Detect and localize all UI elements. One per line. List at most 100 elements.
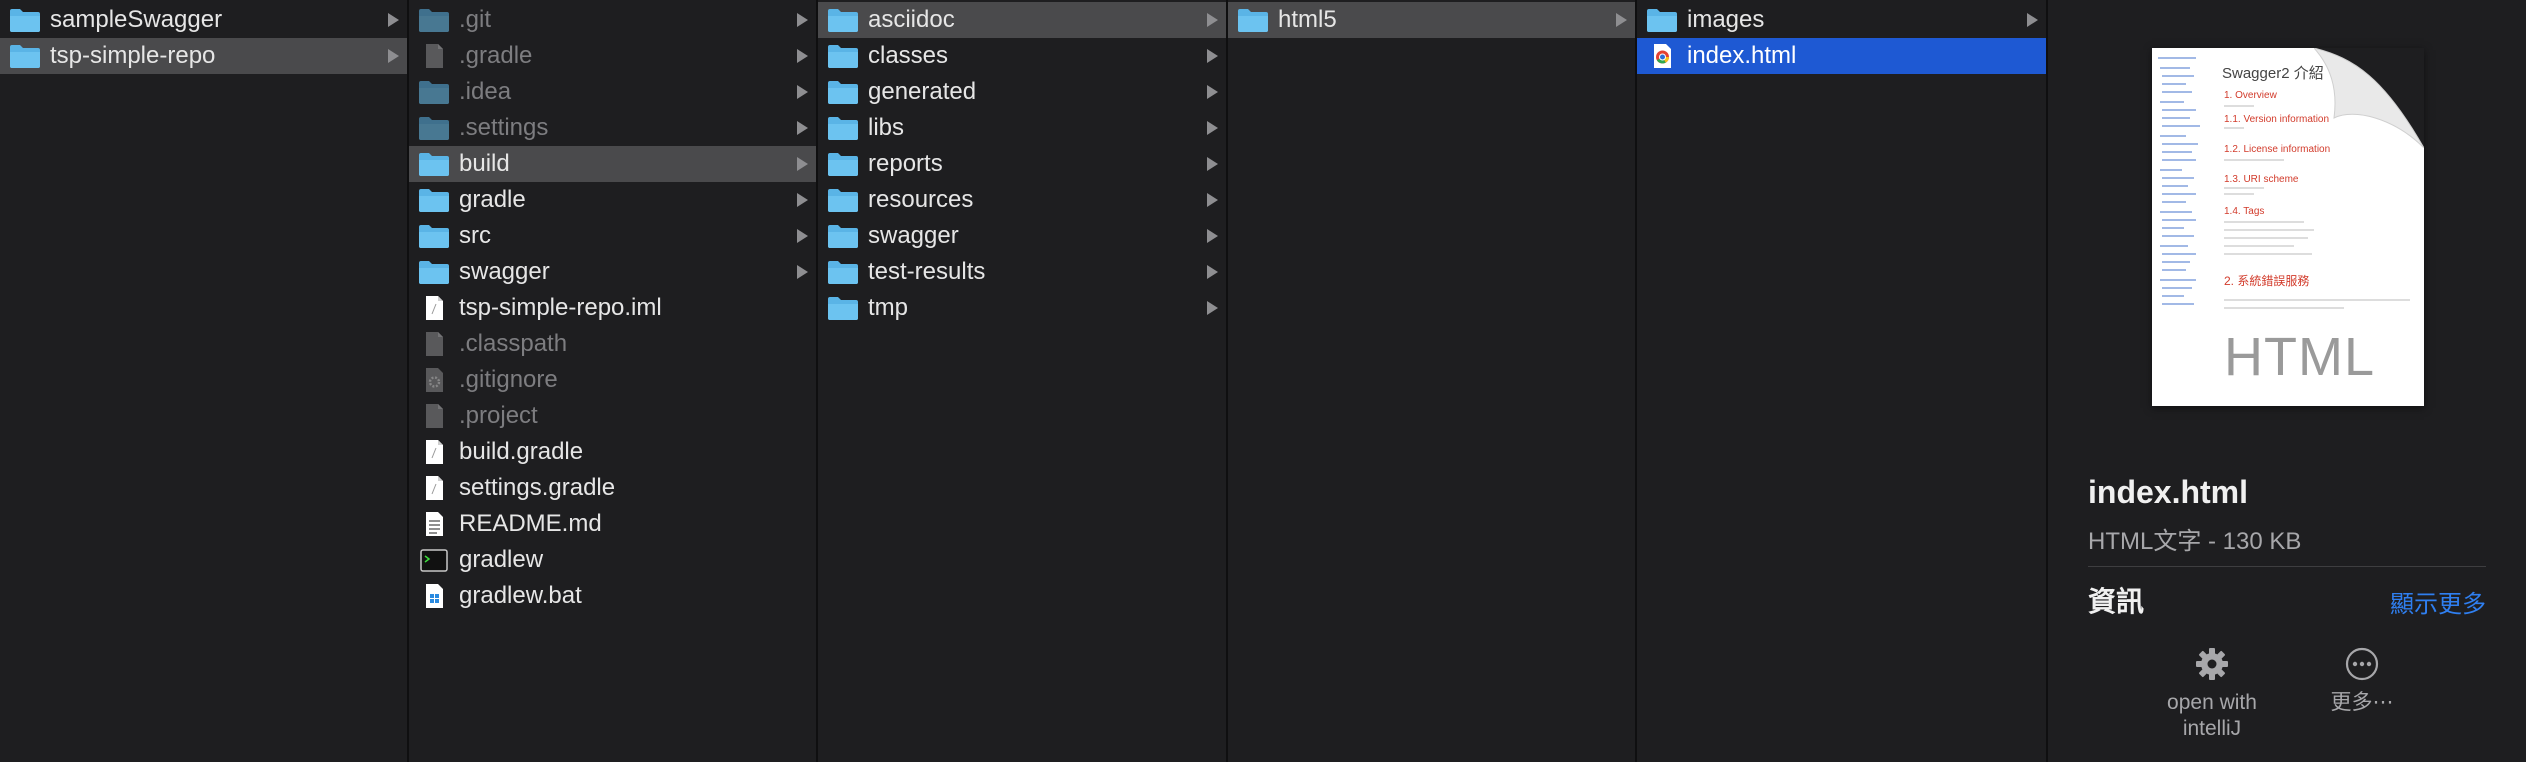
column-5[interactable]: images index.html bbox=[1637, 0, 2048, 762]
item-name: tsp-simple-repo bbox=[50, 42, 216, 69]
action-label: open with intelliJ bbox=[2167, 691, 2257, 740]
chevron-right-icon bbox=[388, 13, 399, 27]
folder-row[interactable]: .git bbox=[409, 2, 816, 38]
windows-file-icon bbox=[418, 583, 450, 609]
folder-row[interactable]: sampleSwagger bbox=[0, 2, 407, 38]
item-name: resources bbox=[868, 186, 974, 213]
folder-icon bbox=[1237, 7, 1269, 33]
item-name: build.gradle bbox=[459, 438, 584, 465]
item-name: .idea bbox=[459, 78, 512, 105]
column-4[interactable]: html5 bbox=[1228, 0, 1637, 762]
item-name: build bbox=[459, 150, 510, 177]
folder-icon bbox=[827, 223, 859, 249]
folder-row[interactable]: build bbox=[409, 146, 816, 182]
folder-icon bbox=[827, 151, 859, 177]
chevron-right-icon bbox=[1616, 13, 1627, 27]
thumbnail-toc bbox=[2158, 57, 2200, 305]
chevron-right-icon bbox=[797, 265, 808, 279]
folder-row[interactable]: .settings bbox=[409, 110, 816, 146]
folder-icon bbox=[827, 187, 859, 213]
folder-icon bbox=[827, 79, 859, 105]
folder-row[interactable]: swagger bbox=[818, 218, 1226, 254]
folder-row[interactable]: asciidoc bbox=[818, 2, 1226, 38]
chevron-right-icon bbox=[1207, 301, 1218, 315]
folder-icon bbox=[418, 187, 450, 213]
folder-row[interactable]: swagger bbox=[409, 254, 816, 290]
file-row[interactable]: settings.gradle bbox=[409, 470, 816, 506]
folder-row[interactable]: libs bbox=[818, 110, 1226, 146]
item-name: swagger bbox=[459, 258, 550, 285]
item-name: settings.gradle bbox=[459, 474, 616, 501]
file-row[interactable]: index.html bbox=[1637, 38, 2046, 74]
chevron-right-icon bbox=[1207, 193, 1218, 207]
thumbnail-file-type: HTML bbox=[2224, 327, 2375, 387]
folder-row[interactable]: reports bbox=[818, 146, 1226, 182]
folder-row[interactable]: gradle bbox=[409, 182, 816, 218]
file-icon bbox=[418, 331, 450, 357]
folder-icon bbox=[418, 151, 450, 177]
folder-icon bbox=[827, 115, 859, 141]
chevron-right-icon bbox=[1207, 265, 1218, 279]
folder-icon bbox=[418, 7, 450, 33]
column-3[interactable]: asciidoc classes generated libs reports resou… bbox=[818, 0, 1228, 762]
folder-row[interactable]: tsp-simple-repo bbox=[0, 38, 407, 74]
item-name: .classpath bbox=[459, 330, 568, 357]
chevron-right-icon bbox=[797, 193, 808, 207]
item-name: tmp bbox=[868, 294, 909, 321]
chevron-right-icon bbox=[797, 229, 808, 243]
folder-row[interactable]: tmp bbox=[818, 290, 1226, 326]
item-name: asciidoc bbox=[868, 6, 955, 33]
folder-row[interactable]: generated bbox=[818, 74, 1226, 110]
folder-icon bbox=[418, 79, 450, 105]
item-name: .git bbox=[459, 6, 492, 33]
file-row[interactable]: README.md bbox=[409, 506, 816, 542]
folder-row[interactable]: .gradle bbox=[409, 38, 816, 74]
item-name: index.html bbox=[1687, 42, 1797, 69]
folder-icon bbox=[9, 43, 41, 69]
file-row[interactable]: tsp-simple-repo.iml bbox=[409, 290, 816, 326]
folder-row[interactable]: classes bbox=[818, 38, 1226, 74]
folder-row[interactable]: html5 bbox=[1228, 2, 1635, 38]
thumbnail-heading: 1. Overview bbox=[2224, 90, 2277, 101]
chevron-right-icon bbox=[1207, 85, 1218, 99]
gear-icon bbox=[2196, 648, 2228, 680]
item-name: test-results bbox=[868, 258, 986, 285]
chevron-right-icon bbox=[797, 85, 808, 99]
folder-row[interactable]: images bbox=[1637, 2, 2046, 38]
action-label: 更多⋯ bbox=[2330, 691, 2394, 714]
folder-row[interactable]: .idea bbox=[409, 74, 816, 110]
item-name: .gitignore bbox=[459, 366, 558, 393]
folder-icon bbox=[827, 295, 859, 321]
file-row[interactable]: .project bbox=[409, 398, 816, 434]
column-1[interactable]: sampleSwagger tsp-simple-repo bbox=[0, 0, 409, 762]
text-document-icon bbox=[418, 511, 450, 537]
item-name: gradle bbox=[459, 186, 526, 213]
folder-icon bbox=[418, 115, 450, 141]
chevron-right-icon bbox=[1207, 229, 1218, 243]
folder-row[interactable]: src bbox=[409, 218, 816, 254]
item-name: src bbox=[459, 222, 491, 249]
show-more-link[interactable]: 顯示更多 bbox=[2390, 584, 2486, 619]
file-icon bbox=[418, 43, 450, 69]
folder-row[interactable]: resources bbox=[818, 182, 1226, 218]
column-2[interactable]: .git .gradle .idea .settings build gradle src s… bbox=[409, 0, 818, 762]
file-row[interactable]: build.gradle bbox=[409, 434, 816, 470]
info-heading: 資訊 bbox=[2088, 586, 2145, 617]
folder-icon bbox=[827, 43, 859, 69]
file-row[interactable]: .classpath bbox=[409, 326, 816, 362]
item-name: .gradle bbox=[459, 42, 533, 69]
page-curl bbox=[2314, 48, 2424, 148]
folder-icon bbox=[418, 259, 450, 285]
folder-row[interactable]: test-results bbox=[818, 254, 1226, 290]
open-with-intellij-button[interactable]: open with intelliJ bbox=[2132, 644, 2292, 742]
chevron-right-icon bbox=[797, 13, 808, 27]
item-name: generated bbox=[868, 78, 977, 105]
folder-icon bbox=[1646, 7, 1678, 33]
ellipsis-icon bbox=[2345, 647, 2379, 681]
more-actions-button[interactable]: 更多⋯ bbox=[2282, 644, 2442, 716]
chevron-right-icon bbox=[797, 121, 808, 135]
folder-icon bbox=[827, 259, 859, 285]
file-row[interactable]: gradlew.bat bbox=[409, 578, 816, 614]
file-row[interactable]: gradlew bbox=[409, 542, 816, 578]
file-row[interactable]: .gitignore bbox=[409, 362, 816, 398]
